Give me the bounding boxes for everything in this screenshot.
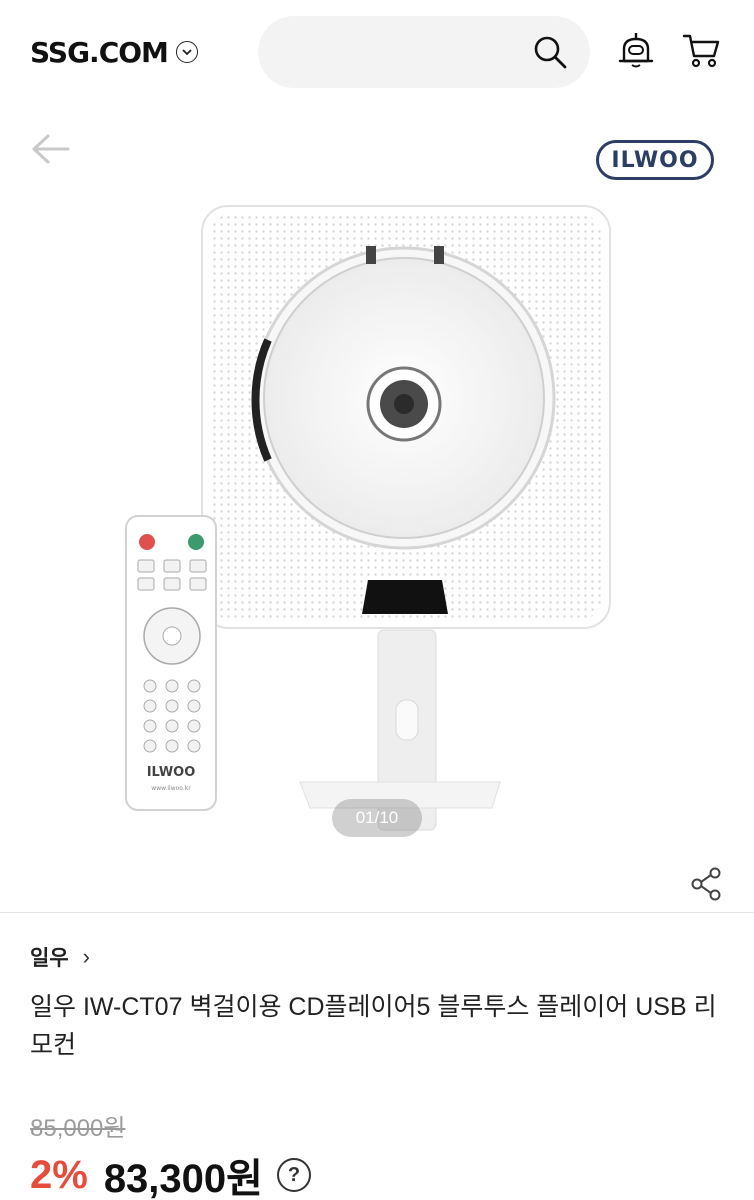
arrow-left-icon[interactable] — [28, 132, 72, 166]
sale-price: 83,300원 — [103, 1157, 263, 1200]
remote-url-text: www.ilwoo.kr — [151, 785, 191, 792]
discount-rate: 2% — [30, 1152, 88, 1197]
remote-brand-text: ILWOO — [147, 765, 196, 780]
divider — [0, 912, 754, 913]
search-icon[interactable] — [532, 34, 568, 70]
image-counter: 01/10 — [332, 799, 422, 837]
product-title: 일우 IW-CT07 벽걸이용 CD플레이어5 블루투스 플레이어 USB 리모… — [30, 993, 717, 1059]
search-input[interactable] — [258, 16, 590, 88]
question-icon[interactable]: ? — [276, 1158, 311, 1192]
product-image: ILWOO www.ilwoo.kr — [125, 205, 611, 831]
original-price: 85,000원 — [30, 1115, 126, 1142]
top-header: SSG.COM — [0, 0, 754, 104]
brand-badge-text: ILWOO — [611, 147, 699, 173]
logo-text[interactable]: SSG.COM — [30, 36, 169, 69]
brand-link[interactable]: 일우 › — [30, 942, 90, 972]
cart-icon[interactable] — [682, 30, 722, 70]
price-row: 2% 83,300원 ? — [30, 1146, 311, 1200]
chevron-down-icon[interactable] — [175, 41, 198, 63]
brand-name[interactable]: 일우 — [30, 942, 69, 972]
share-icon[interactable] — [688, 866, 724, 902]
brand-logo-badge: ILWOO — [596, 140, 714, 180]
site-logo[interactable]: SSG.COM — [30, 30, 198, 74]
bell-robot-icon[interactable] — [616, 30, 656, 70]
chevron-right-icon[interactable]: › — [83, 944, 90, 970]
product-image-gallery[interactable]: ILWOO ILWOO www.ilwoo.kr 01/10 — [0, 104, 754, 912]
